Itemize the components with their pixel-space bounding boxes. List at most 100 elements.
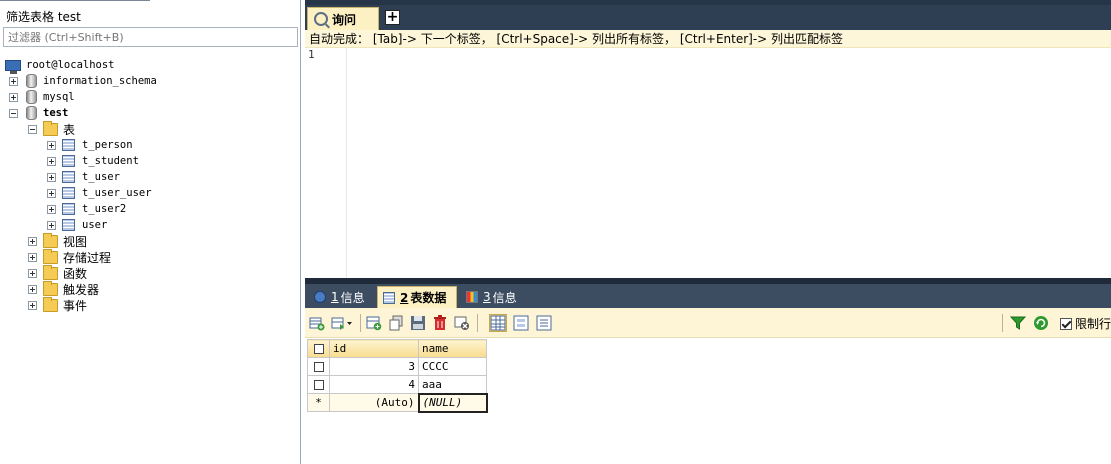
table-label: t_person: [82, 139, 133, 151]
import-dropdown-icon[interactable]: [331, 315, 353, 331]
search-icon: [314, 12, 328, 26]
tree-node-triggers-folder[interactable]: 触发器: [28, 280, 99, 297]
tree-node-table[interactable]: t_user2: [47, 201, 126, 217]
tab-number: 3: [483, 290, 491, 304]
folder-icon: [43, 248, 58, 264]
expand-icon[interactable]: [28, 252, 37, 262]
tree-node-tables-folder[interactable]: 表: [28, 120, 75, 137]
column-header-id[interactable]: id: [329, 339, 419, 358]
checkbox-icon: [313, 344, 324, 354]
tree-node-database-test[interactable]: test: [9, 105, 68, 121]
save-icon[interactable]: [410, 315, 426, 331]
expand-icon[interactable]: [9, 76, 18, 86]
grid-view-icon[interactable]: [489, 314, 507, 332]
tab-number: 2: [400, 290, 409, 305]
tree-node-database-mysql[interactable]: mysql: [9, 89, 75, 105]
database-icon: [26, 90, 37, 104]
tree-node-table[interactable]: t_user_user: [47, 185, 152, 201]
tab-query-label: 询问: [332, 12, 357, 27]
sql-editor[interactable]: 1: [305, 48, 1111, 278]
insert-row-icon[interactable]: [309, 315, 325, 331]
text-view-icon[interactable]: [536, 315, 552, 331]
select-all-checkbox[interactable]: [307, 339, 330, 358]
folder-icon: [43, 232, 58, 248]
expand-icon[interactable]: [28, 268, 37, 278]
expand-icon[interactable]: [47, 188, 56, 198]
folder-icon: [43, 296, 58, 312]
column-header-name[interactable]: name: [418, 339, 487, 358]
tree-node-database-information-schema[interactable]: information_schema: [9, 73, 157, 89]
table-data-icon: [383, 291, 395, 304]
result-toolbar: 限制行: [305, 308, 1111, 338]
expand-icon[interactable]: [47, 220, 56, 230]
expand-icon[interactable]: [47, 156, 56, 166]
discard-icon[interactable]: [454, 315, 470, 331]
cell-id[interactable]: 3: [329, 357, 419, 376]
tab-label: 信息: [492, 290, 517, 305]
duplicate-row-icon[interactable]: [388, 315, 404, 331]
expand-icon[interactable]: [47, 172, 56, 182]
add-tab-button[interactable]: +: [385, 10, 400, 25]
table-icon: [62, 219, 75, 231]
tab-number: 1: [331, 290, 339, 304]
form-view-icon[interactable]: [513, 315, 529, 331]
line-number: 1: [308, 48, 315, 61]
tree-node-table[interactable]: user: [47, 217, 107, 233]
expand-icon[interactable]: [28, 236, 37, 246]
table-icon: [62, 187, 75, 199]
tree-node-functions-folder[interactable]: 函数: [28, 264, 88, 281]
add-row-icon[interactable]: [366, 315, 382, 331]
tree-node-events-folder[interactable]: 事件: [28, 296, 88, 313]
top-divider: [0, 0, 150, 1]
expand-icon[interactable]: [28, 300, 37, 310]
cell-name[interactable]: (NULL): [417, 392, 488, 413]
folder-icon: [43, 280, 58, 296]
filter-input[interactable]: [3, 27, 298, 47]
expand-icon[interactable]: [28, 284, 37, 294]
result-table: id name 3 CCCC 4 aaa * (Auto) (NULL): [307, 339, 488, 413]
folder-label: 视图: [63, 234, 88, 249]
tab-query[interactable]: 询问: [307, 7, 379, 30]
filter-icon[interactable]: [1010, 315, 1026, 331]
database-label: mysql: [43, 91, 75, 103]
limit-rows-control[interactable]: 限制行: [1059, 315, 1111, 332]
refresh-icon[interactable]: [1033, 315, 1049, 331]
delete-icon[interactable]: [432, 315, 448, 331]
table-row[interactable]: 4 aaa: [307, 375, 487, 394]
tree-node-procedures-folder[interactable]: 存储过程: [28, 248, 111, 265]
limit-rows-checkbox[interactable]: [1059, 317, 1072, 330]
tree-node-connection[interactable]: root@localhost: [5, 57, 115, 74]
tree-node-table[interactable]: t_user: [47, 169, 120, 185]
autocomplete-hint: 自动完成： [Tab]-> 下一个标签， [Ctrl+Space]-> 列出所有…: [305, 30, 1111, 48]
tab-info-1[interactable]: 1 信息: [309, 286, 373, 308]
table-label: user: [82, 219, 108, 231]
folder-label: 函数: [63, 266, 88, 281]
query-panel: 询问 + 自动完成： [Tab]-> 下一个标签， [Ctrl+Space]->…: [305, 0, 1111, 464]
tree-node-views-folder[interactable]: 视图: [28, 232, 88, 249]
expand-icon[interactable]: [47, 140, 56, 150]
query-tab-bar: 询问 +: [305, 5, 1111, 30]
cell-name[interactable]: CCCC: [418, 357, 487, 376]
folder-label: 事件: [63, 298, 88, 313]
cell-id[interactable]: (Auto): [329, 393, 419, 412]
tab-info-3[interactable]: 3 信息: [461, 286, 527, 308]
toolbar-separator: [1002, 314, 1003, 332]
collapse-icon[interactable]: [28, 124, 37, 134]
cell-name[interactable]: aaa: [418, 375, 487, 394]
collapse-icon[interactable]: [9, 108, 18, 118]
row-checkbox[interactable]: [307, 375, 330, 394]
filter-title: 筛选表格 test: [6, 10, 81, 24]
table-icon: [62, 171, 75, 183]
row-checkbox[interactable]: [307, 357, 330, 376]
tree-node-table[interactable]: t_student: [47, 153, 139, 169]
cell-id[interactable]: 4: [329, 375, 419, 394]
expand-icon[interactable]: [9, 92, 18, 102]
tree-node-table[interactable]: t_person: [47, 137, 133, 153]
toolbar-separator: [477, 314, 478, 332]
new-row[interactable]: * (Auto) (NULL): [307, 392, 488, 413]
expand-icon[interactable]: [47, 204, 56, 214]
new-row-marker: *: [307, 393, 330, 412]
tab-table-data[interactable]: 2 表数据: [377, 286, 457, 308]
table-row[interactable]: 3 CCCC: [307, 357, 487, 376]
limit-rows-label: 限制行: [1074, 317, 1111, 331]
